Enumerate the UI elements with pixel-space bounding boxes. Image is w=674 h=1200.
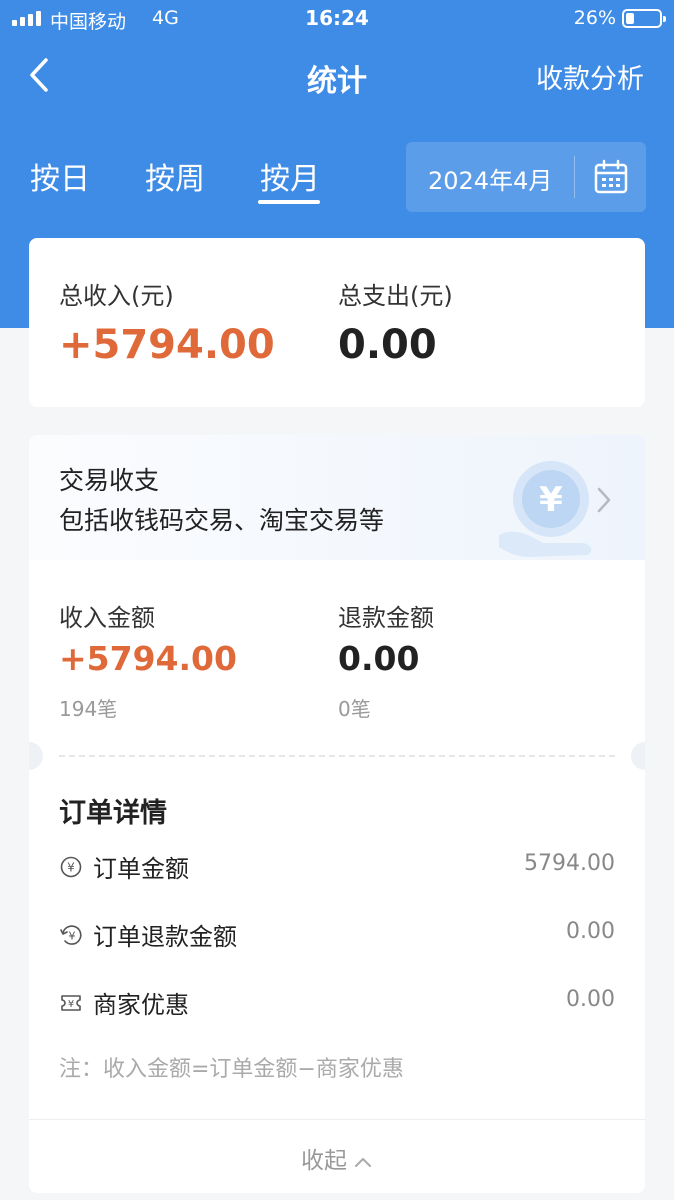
coupon-icon: ¥ [61, 995, 81, 1011]
refund-count: 0笔 [338, 697, 371, 721]
dashed-divider [59, 755, 615, 757]
svg-text:¥: ¥ [67, 861, 75, 875]
merchant-discount-value: 0.00 [566, 987, 615, 1012]
collapse-button[interactable]: 收起 [29, 1141, 645, 1175]
banner-title: 交易收支 [59, 466, 160, 495]
divider [29, 1119, 645, 1120]
battery-icon [622, 9, 666, 28]
svg-text:¥: ¥ [69, 930, 76, 943]
battery-level [626, 13, 634, 24]
total-expense-value: 0.00 [338, 322, 437, 368]
list-item: ¥ 商家优惠 0.00 [59, 985, 615, 1021]
formula-note: 注：收入金额=订单金额−商家优惠 [59, 1057, 404, 1082]
svg-text:¥: ¥ [68, 999, 74, 1010]
refund-amount-value: 0.00 [338, 639, 420, 678]
analysis-link[interactable]: 收款分析 [536, 57, 644, 96]
order-details-title: 订单详情 [59, 798, 167, 829]
selected-month: 2024年4月 [428, 167, 553, 195]
chevron-up-icon [355, 1157, 371, 1167]
battery-percent: 26% [573, 7, 616, 29]
status-bar: 中国移动 4G 16:24 26% [0, 0, 674, 38]
total-expense-label: 总支出(元) [338, 282, 453, 310]
tab-by-week[interactable]: 按周 [145, 154, 205, 198]
refund-amount-label: 退款金额 [338, 604, 434, 632]
total-income-label: 总收入(元) [59, 282, 174, 310]
ticket-notch [29, 742, 43, 770]
month-picker[interactable]: 2024年4月 [406, 142, 646, 212]
yuan-coin-icon: ¥ [60, 856, 82, 878]
list-item: ¥ 订单金额 5794.00 [59, 849, 615, 885]
income-amount-value: +5794.00 [59, 639, 237, 678]
tab-by-day[interactable]: 按日 [30, 154, 90, 198]
ticket-notch [631, 742, 645, 770]
yuan-coin-hand-icon: ¥ [499, 461, 592, 557]
order-amount-label: 订单金额 [93, 855, 189, 883]
merchant-discount-label: 商家优惠 [93, 991, 189, 1019]
calendar-icon [594, 159, 628, 194]
list-item: ¥ 订单退款金额 0.00 [59, 917, 615, 953]
banner-subtitle: 包括收钱码交易、淘宝交易等 [59, 506, 385, 535]
transaction-card: 交易收支 包括收钱码交易、淘宝交易等 ¥ 收入金额 +5794.00 194笔 … [29, 435, 645, 1193]
tab-by-month[interactable]: 按月 [260, 154, 320, 198]
order-refund-value: 0.00 [566, 919, 615, 944]
back-button[interactable] [22, 52, 66, 98]
divider [574, 156, 575, 198]
svg-text:¥: ¥ [539, 480, 563, 520]
order-refund-label: 订单退款金额 [93, 923, 237, 951]
transaction-banner[interactable]: 交易收支 包括收钱码交易、淘宝交易等 ¥ [29, 435, 645, 560]
total-income-value: +5794.00 [59, 322, 275, 368]
active-tab-indicator [258, 200, 320, 204]
income-count: 194笔 [59, 697, 118, 721]
back-arrow-icon [30, 58, 48, 92]
collapse-label: 收起 [301, 1148, 347, 1174]
chevron-right-icon [597, 487, 611, 513]
income-amount-label: 收入金额 [59, 604, 155, 632]
summary-card: 总收入(元) +5794.00 总支出(元) 0.00 [29, 238, 645, 407]
order-amount-value: 5794.00 [524, 851, 615, 876]
refund-icon: ¥ [60, 925, 82, 945]
